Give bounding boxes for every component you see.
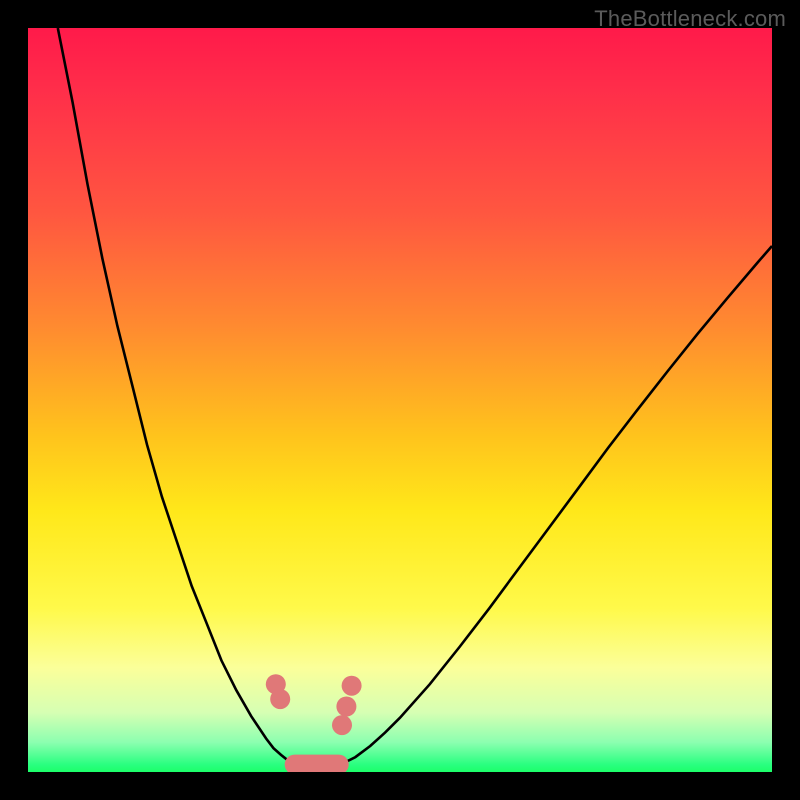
watermark-text: TheBottleneck.com bbox=[594, 6, 786, 32]
marker-right-lower bbox=[332, 715, 352, 735]
left-curve bbox=[58, 28, 296, 765]
marker-right-upper bbox=[342, 676, 362, 696]
marker-right-mid bbox=[336, 697, 356, 717]
chart-svg bbox=[28, 28, 772, 772]
right-curve bbox=[341, 246, 773, 765]
marker-floor-pill bbox=[285, 755, 349, 772]
marker-left-lower bbox=[270, 689, 290, 709]
chart-frame: TheBottleneck.com bbox=[0, 0, 800, 800]
chart-plot-area bbox=[28, 28, 772, 772]
